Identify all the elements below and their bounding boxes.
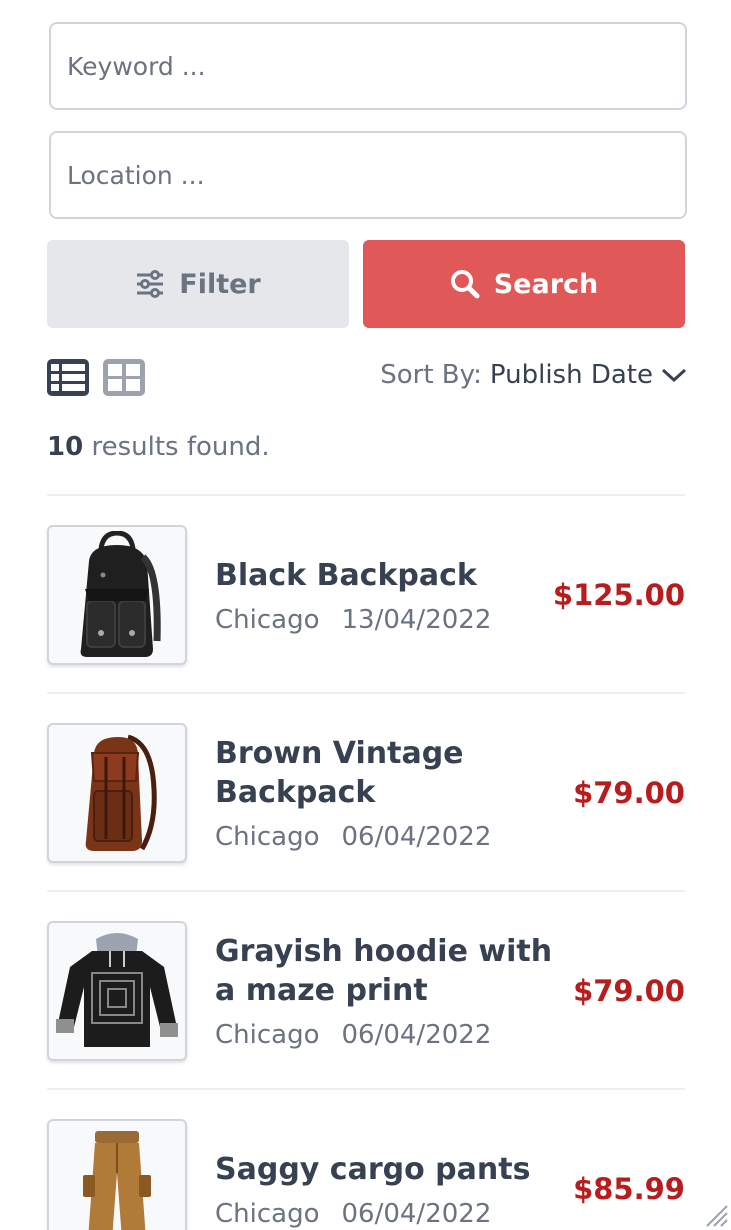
divider bbox=[47, 692, 685, 694]
list-item[interactable]: Saggy cargo pants Chicago 06/04/2022 $85.… bbox=[47, 1119, 685, 1230]
chevron-down-icon bbox=[661, 368, 687, 383]
item-info: Black Backpack Chicago 13/04/2022 bbox=[215, 525, 565, 665]
divider bbox=[47, 494, 685, 496]
results-count: 10 results found. bbox=[47, 432, 270, 462]
item-location: Chicago bbox=[215, 1020, 320, 1050]
item-thumbnail[interactable] bbox=[47, 525, 187, 665]
item-price: $125.00 bbox=[552, 578, 685, 612]
item-meta: Chicago 06/04/2022 bbox=[215, 1020, 565, 1050]
sort-label: Sort By: bbox=[380, 360, 482, 390]
filter-button[interactable]: Filter bbox=[47, 240, 349, 328]
item-info: Saggy cargo pants Chicago 06/04/2022 bbox=[215, 1119, 565, 1230]
cargo-pants-icon bbox=[83, 1131, 151, 1230]
location-input[interactable] bbox=[67, 160, 685, 190]
item-price: $79.00 bbox=[573, 776, 685, 810]
item-meta: Chicago 06/04/2022 bbox=[215, 1199, 565, 1229]
item-thumbnail[interactable] bbox=[47, 1119, 187, 1230]
filter-label: Filter bbox=[179, 268, 261, 300]
list-item[interactable]: Brown Vintage Backpack Chicago 06/04/2022… bbox=[47, 723, 685, 863]
sort-dropdown[interactable]: Sort By: Publish Date bbox=[380, 360, 687, 390]
search-icon bbox=[450, 270, 480, 299]
item-title[interactable]: Black Backpack bbox=[215, 556, 565, 595]
keyword-input[interactable] bbox=[67, 51, 685, 81]
keyword-field[interactable] bbox=[49, 22, 687, 110]
item-price: $79.00 bbox=[573, 974, 685, 1008]
black-backpack-icon bbox=[80, 531, 161, 657]
item-date: 13/04/2022 bbox=[341, 604, 492, 635]
list-item[interactable]: Grayish hoodie with a maze print Chicago… bbox=[47, 921, 685, 1061]
results-number: 10 bbox=[47, 432, 84, 462]
list-item[interactable]: Black Backpack Chicago 13/04/2022 $125.00 bbox=[47, 525, 685, 665]
item-location: Chicago bbox=[215, 604, 320, 635]
item-meta: Chicago 06/04/2022 bbox=[215, 822, 565, 852]
search-label: Search bbox=[493, 268, 599, 300]
divider bbox=[47, 1088, 685, 1090]
item-title[interactable]: Brown Vintage Backpack bbox=[215, 734, 565, 812]
item-date: 06/04/2022 bbox=[341, 822, 492, 852]
divider bbox=[47, 890, 685, 892]
item-thumbnail[interactable] bbox=[47, 921, 187, 1061]
item-info: Brown Vintage Backpack Chicago 06/04/2022 bbox=[215, 723, 565, 863]
results-suffix: results found. bbox=[91, 432, 270, 462]
list-view-icon[interactable] bbox=[47, 359, 89, 396]
search-button[interactable]: Search bbox=[363, 240, 685, 328]
location-field[interactable] bbox=[49, 131, 687, 219]
item-meta: Chicago 13/04/2022 bbox=[215, 605, 565, 635]
sliders-icon bbox=[137, 270, 164, 298]
item-date: 06/04/2022 bbox=[341, 1020, 492, 1050]
sort-value: Publish Date bbox=[489, 360, 653, 390]
grid-view-icon[interactable] bbox=[103, 359, 145, 396]
resize-handle-icon[interactable] bbox=[703, 1202, 729, 1228]
brown-backpack-icon bbox=[85, 734, 157, 851]
item-location: Chicago bbox=[215, 822, 320, 852]
hoodie-icon bbox=[56, 933, 178, 1047]
item-title[interactable]: Saggy cargo pants bbox=[215, 1150, 565, 1189]
item-info: Grayish hoodie with a maze print Chicago… bbox=[215, 921, 565, 1061]
item-price: $85.99 bbox=[573, 1172, 685, 1206]
item-thumbnail[interactable] bbox=[47, 723, 187, 863]
item-location: Chicago bbox=[215, 1198, 320, 1229]
item-title[interactable]: Grayish hoodie with a maze print bbox=[215, 932, 565, 1010]
item-date: 06/04/2022 bbox=[341, 1198, 492, 1229]
